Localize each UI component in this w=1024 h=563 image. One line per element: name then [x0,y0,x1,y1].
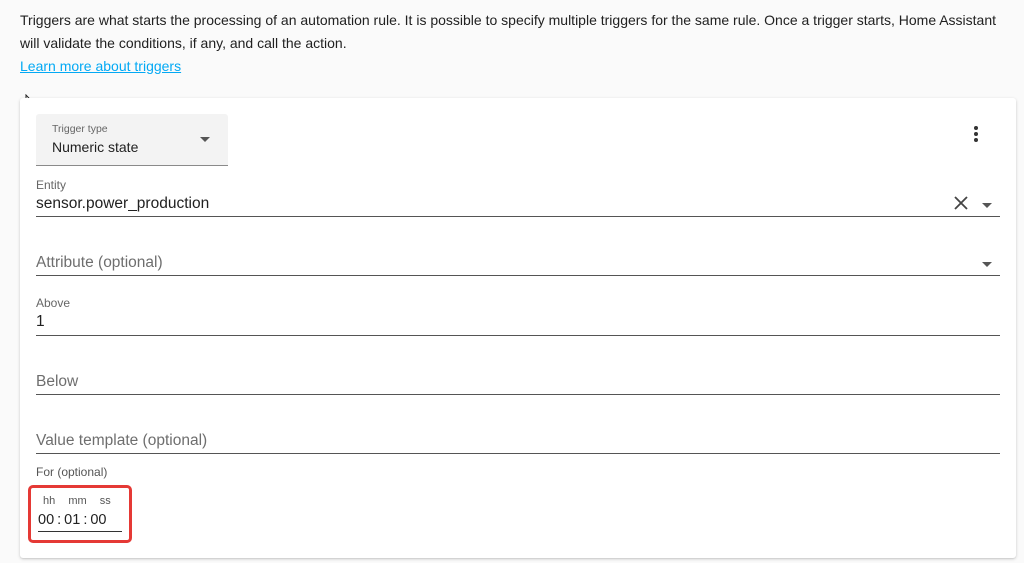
duration-input-highlight: hh mm ss 00:01:00 [28,485,132,543]
more-options-icon[interactable] [966,124,986,148]
entity-value: sensor.power_production [36,195,210,212]
entity-label: Entity [36,178,67,192]
triggers-description: Triggers are what starts the processing … [20,9,1010,78]
minutes-header: mm [68,495,87,507]
chevron-down-icon [200,137,210,142]
hours-header: hh [43,495,56,507]
above-field[interactable]: Above 1 [36,294,1000,336]
seconds-input[interactable]: 00 [90,512,106,528]
attribute-field[interactable]: Attribute (optional) [36,235,1000,276]
value-template-placeholder: Value template (optional) [36,432,208,449]
minutes-input[interactable]: 01 [64,512,80,528]
entity-field[interactable]: Entity sensor.power_production [36,176,1000,217]
trigger-type-label: Trigger type [52,123,108,135]
close-icon[interactable] [954,196,968,210]
above-label: Above [36,296,71,310]
triggers-description-text: Triggers are what starts the processing … [20,12,997,51]
duration-input[interactable]: 00:01:00 [38,512,122,532]
trigger-type-select[interactable]: Trigger type Numeric state [36,114,228,166]
trigger-card: Trigger type Numeric state Entity sensor… [20,98,1016,558]
trigger-type-value: Numeric state [52,139,139,155]
duration-headers: hh mm ss [43,495,121,507]
duration-separator: : [57,512,62,528]
learn-more-triggers-link[interactable]: Learn more about triggers [20,55,181,78]
duration-separator: : [83,512,88,528]
below-field[interactable]: Below [36,354,1000,395]
chevron-down-icon[interactable] [982,262,992,267]
attribute-placeholder: Attribute (optional) [36,254,163,271]
below-placeholder: Below [36,373,79,390]
value-template-field[interactable]: Value template (optional) [36,413,1000,454]
for-duration-label: For (optional) [36,465,108,479]
hours-input[interactable]: 00 [38,512,54,528]
above-value: 1 [36,313,45,330]
seconds-header: ss [99,495,111,507]
chevron-down-icon[interactable] [982,203,992,208]
